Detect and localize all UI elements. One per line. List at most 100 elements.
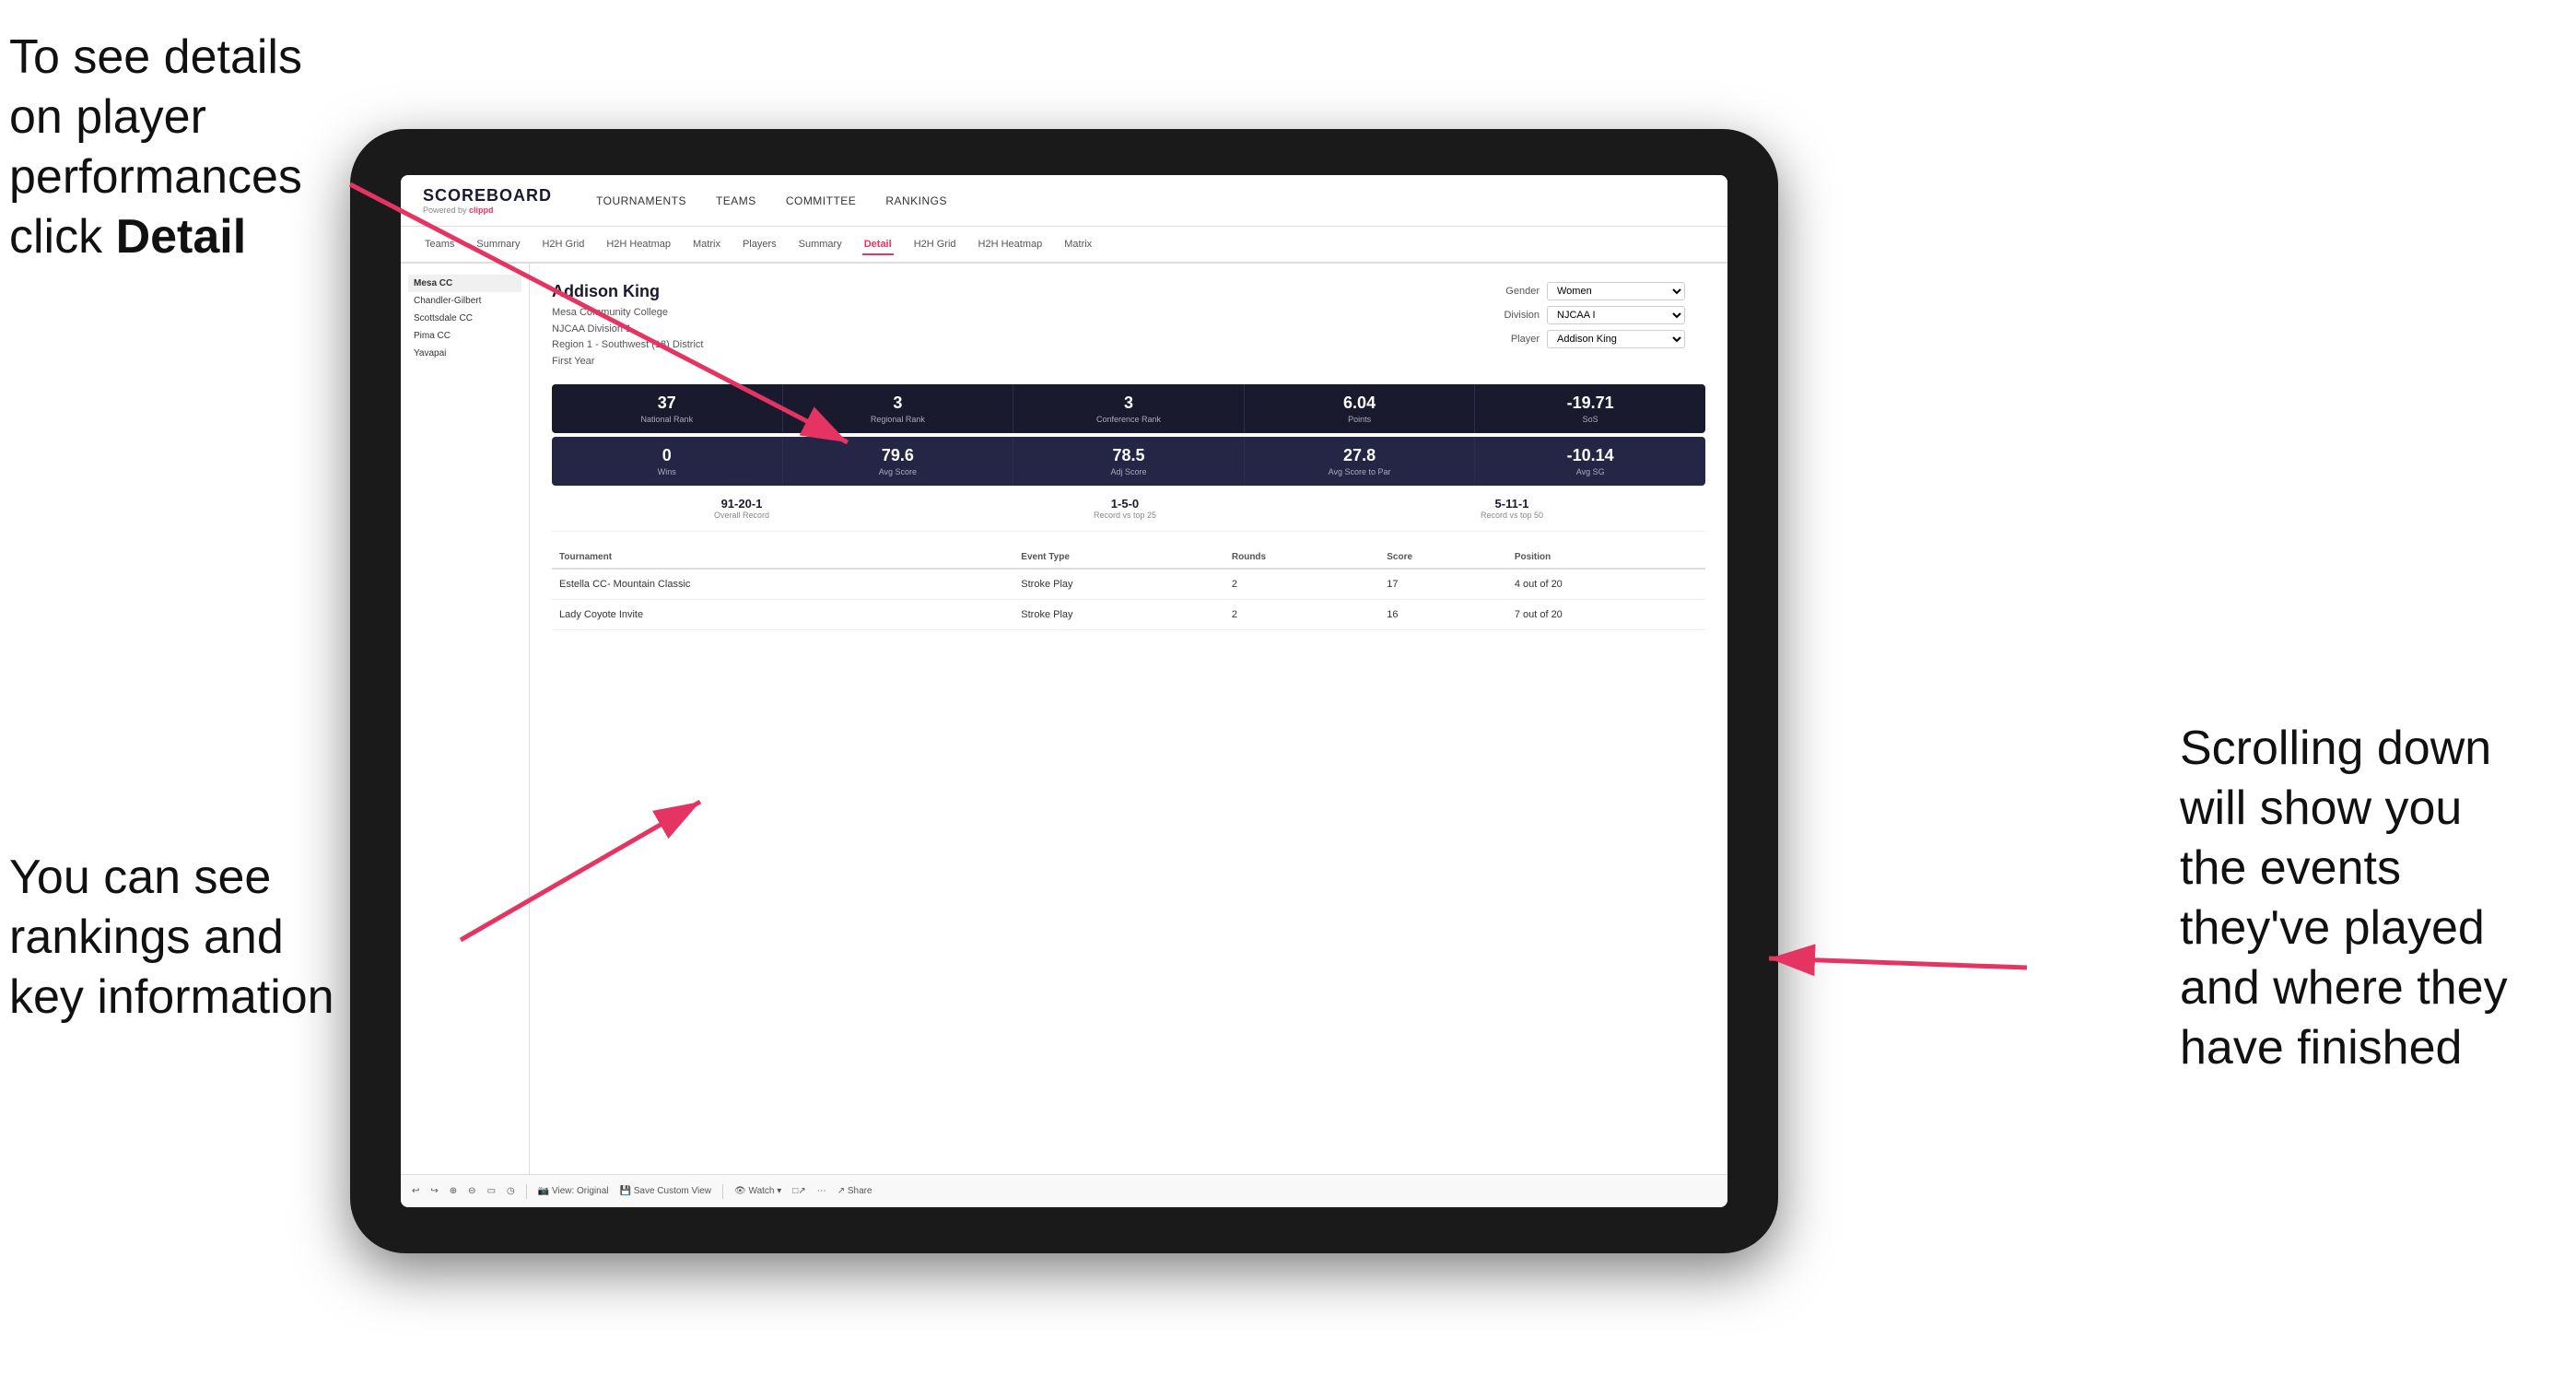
record-top25-label: Record vs top 25 [1094, 511, 1156, 520]
left-panel-item-1[interactable]: Chandler-Gilbert [408, 292, 521, 310]
stat-national-rank-value: 37 [559, 393, 775, 413]
stat-conference-rank: 3 Conference Rank [1013, 384, 1245, 433]
annotation-bottomleft: You can see rankings and key information [9, 848, 359, 1028]
player-school: Mesa Community College [552, 305, 703, 322]
tablet-screen: SCOREBOARD Powered by clippd TOURNAMENTS… [401, 175, 1727, 1207]
content-area: Mesa CC Chandler-Gilbert Scottsdale CC P… [401, 264, 1727, 1174]
stat-avg-score-par-value: 27.8 [1252, 446, 1468, 465]
stat-avg-score: 79.6 Avg Score [783, 437, 1014, 486]
stat-avg-score-par: 27.8 Avg Score to Par [1245, 437, 1476, 486]
player-info: Addison King Mesa Community College NJCA… [552, 282, 703, 370]
toolbar-zoom-in[interactable]: ⊕ [450, 1186, 457, 1196]
toolbar-zoom-out[interactable]: ⊖ [468, 1186, 475, 1196]
score-1: 17 [1379, 569, 1507, 600]
position-2: 7 out of 20 [1507, 600, 1705, 630]
toolbar-redo[interactable]: ↪ [430, 1186, 438, 1196]
subnav-h2hheatmap[interactable]: H2H Heatmap [604, 235, 673, 255]
col-score: Score [1379, 546, 1507, 569]
event-type-2: Stroke Play [1013, 600, 1224, 630]
player-division: NJCAA Division 1 [552, 322, 703, 338]
stat-sos-value: -19.71 [1482, 393, 1698, 413]
subnav-matrix[interactable]: Matrix [691, 235, 722, 255]
annotation-topleft: To see details on player performances cl… [9, 28, 359, 267]
gender-select[interactable]: Women [1547, 282, 1685, 300]
stat-wins-label: Wins [559, 467, 775, 476]
division-select[interactable]: NJCAA I [1547, 306, 1685, 324]
tournament-name-2: Lady Coyote Invite [552, 600, 1013, 630]
subnav-h2hheatmap2[interactable]: H2H Heatmap [977, 235, 1045, 255]
subnav-summary[interactable]: Summary [474, 235, 521, 255]
nav-tournaments[interactable]: TOURNAMENTS [596, 191, 686, 211]
subnav-summary2[interactable]: Summary [797, 235, 844, 255]
left-panel: Mesa CC Chandler-Gilbert Scottsdale CC P… [401, 264, 530, 1174]
stat-adj-score-value: 78.5 [1021, 446, 1236, 465]
stat-regional-rank-value: 3 [790, 393, 1006, 413]
stat-conference-rank-label: Conference Rank [1021, 415, 1236, 424]
stat-regional-rank-label: Regional Rank [790, 415, 1006, 424]
nav-rankings[interactable]: RANKINGS [885, 191, 947, 211]
subnav-h2hgrid2[interactable]: H2H Grid [912, 235, 958, 255]
player-header: Addison King Mesa Community College NJCA… [552, 282, 1705, 370]
toolbar-clock[interactable]: ◷ [507, 1186, 515, 1196]
logo-scoreboard: SCOREBOARD [423, 186, 552, 206]
toolbar-expand[interactable]: □↗ [792, 1186, 805, 1196]
col-event-type: Event Type [1013, 546, 1224, 569]
toolbar-more[interactable]: ⋯ [817, 1186, 826, 1196]
logo-clippd: clippd [469, 206, 494, 215]
nav-committee[interactable]: COMMITTEE [786, 191, 857, 211]
position-1: 4 out of 20 [1507, 569, 1705, 600]
stat-sos-label: SoS [1482, 415, 1698, 424]
stat-avg-score-value: 79.6 [790, 446, 1006, 465]
subnav-detail[interactable]: Detail [862, 235, 894, 255]
stat-avg-sg: -10.14 Avg SG [1475, 437, 1705, 486]
toolbar-save-custom[interactable]: 💾 Save Custom View [620, 1186, 712, 1196]
stats-row2: 0 Wins 79.6 Avg Score 78.5 Adj Score 27.… [552, 437, 1705, 486]
subnav-h2hgrid[interactable]: H2H Grid [540, 235, 586, 255]
gender-row: Gender Women [1484, 282, 1705, 300]
subnav-players[interactable]: Players [741, 235, 779, 255]
stat-points-label: Points [1252, 415, 1468, 424]
subnav-teams[interactable]: Teams [423, 235, 456, 255]
toolbar-share[interactable]: ↗ Share [837, 1186, 872, 1196]
logo-powered: Powered by clippd [423, 206, 552, 215]
col-rounds: Rounds [1224, 546, 1379, 569]
annotation-bottomright: Scrolling down will show you the events … [2180, 719, 2567, 1078]
event-type-1: Stroke Play [1013, 569, 1224, 600]
score-2: 16 [1379, 600, 1507, 630]
events-table: Tournament Event Type Rounds Score Posit… [552, 546, 1705, 630]
toolbar-divider-2 [722, 1184, 723, 1199]
stat-sos: -19.71 SoS [1475, 384, 1705, 433]
tablet: SCOREBOARD Powered by clippd TOURNAMENTS… [350, 129, 1778, 1253]
stat-adj-score: 78.5 Adj Score [1013, 437, 1245, 486]
stat-points: 6.04 Points [1245, 384, 1476, 433]
player-name: Addison King [552, 282, 703, 301]
nav-teams[interactable]: TEAMS [716, 191, 756, 211]
left-panel-item-3[interactable]: Pima CC [408, 327, 521, 345]
toolbar-undo[interactable]: ↩ [412, 1186, 419, 1196]
bottom-toolbar: ↩ ↪ ⊕ ⊖ ▭ ◷ 📷 View: Original 💾 Save Cust… [401, 1174, 1727, 1207]
record-top25-value: 1-5-0 [1094, 497, 1156, 511]
stat-avg-score-par-label: Avg Score to Par [1252, 467, 1468, 476]
rounds-1: 2 [1224, 569, 1379, 600]
toolbar-watch[interactable]: 👁 Watch ▾ [734, 1186, 781, 1196]
player-selectors: Gender Women Division NJCAA I [1484, 282, 1705, 370]
stat-conference-rank-value: 3 [1021, 393, 1236, 413]
left-panel-item-4[interactable]: Yavapai [408, 345, 521, 362]
stat-avg-score-label: Avg Score [790, 467, 1006, 476]
stat-national-rank-label: National Rank [559, 415, 775, 424]
stat-wins-value: 0 [559, 446, 775, 465]
toolbar-view-original[interactable]: 📷 View: Original [538, 1186, 609, 1196]
player-year: First Year [552, 354, 703, 370]
table-row: Lady Coyote Invite Stroke Play 2 16 7 ou… [552, 600, 1705, 630]
record-top25: 1-5-0 Record vs top 25 [1094, 497, 1156, 520]
player-select[interactable]: Addison King [1547, 330, 1685, 348]
toolbar-fit[interactable]: ▭ [487, 1186, 496, 1196]
left-panel-item-selected[interactable]: Mesa CC [408, 275, 521, 292]
player-row: Player Addison King [1484, 330, 1705, 348]
left-panel-item-2[interactable]: Scottsdale CC [408, 310, 521, 327]
record-overall-label: Overall Record [714, 511, 769, 520]
stat-national-rank: 37 National Rank [552, 384, 783, 433]
subnav-matrix2[interactable]: Matrix [1062, 235, 1094, 255]
col-tournament: Tournament [552, 546, 1013, 569]
table-row: Estella CC- Mountain Classic Stroke Play… [552, 569, 1705, 600]
